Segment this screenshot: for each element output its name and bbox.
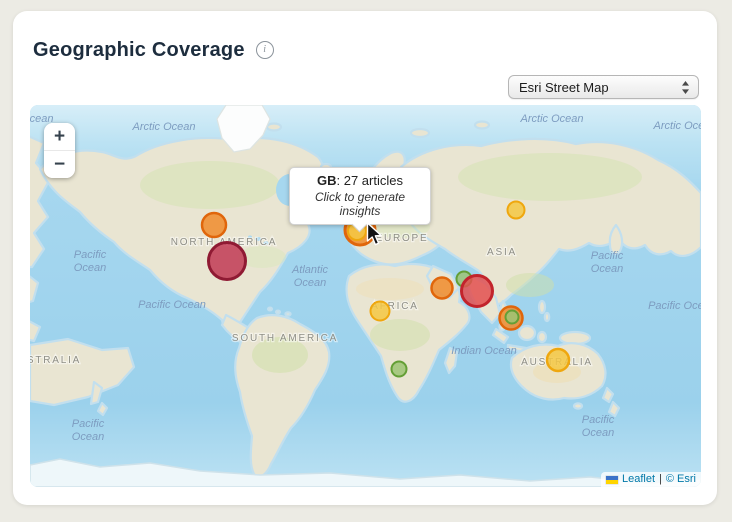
attribution-separator: | [659,473,662,485]
ocean-label: Pacific Ocean [138,299,206,311]
map-marker-crimson[interactable] [207,241,247,281]
tooltip-hint: Click to generate insights [314,190,406,218]
basemap-select[interactable]: Esri Street Map [508,75,699,99]
continent-label: EUROPE [375,233,428,244]
map-marker-orange[interactable] [200,211,228,239]
basemap-select-value: Esri Street Map [519,79,609,95]
ocean-label: Pacific Ocean [582,414,615,439]
mouse-cursor-icon [366,222,383,252]
ocean-label: Arctic Ocean [520,113,584,125]
info-icon[interactable]: i [255,41,274,59]
world-map[interactable]: Arctic OceanArctic OceanArctic OceanArct… [30,105,701,487]
ocean-label: Indian Ocean [451,345,516,357]
map-marker-red[interactable] [460,274,494,308]
ukraine-flag-icon [606,475,618,484]
tooltip-country: GB [317,173,337,188]
map-attribution: Leaflet | © Esri [601,472,701,487]
map-marker-yellow[interactable] [369,300,391,322]
world-map-svg: Arctic OceanArctic OceanArctic OceanArct… [30,105,701,487]
continent-label: SOUTH AMERICA [232,333,338,344]
ocean-label: Pacific Ocean [72,418,105,443]
map-marker-orange[interactable] [430,276,454,300]
zoom-control: + − [44,123,75,178]
ocean-label: Arctic Ocean [653,120,701,132]
leaflet-link[interactable]: Leaflet [622,472,655,487]
map-marker-green[interactable] [390,360,408,378]
ocean-label: Pacific Ocean [591,250,624,275]
zoom-in-button[interactable]: + [44,123,75,151]
marker-tooltip: GB: 27 articles Click to generate insigh… [289,167,431,233]
tooltip-title: GB: 27 articles [298,173,422,188]
continent-label: STRALIA [30,355,81,366]
ocean-label: Pacific Ocean [648,300,701,312]
page-title: Geographic Coverage [33,38,245,61]
map-marker-yellow[interactable] [545,347,571,373]
map-marker-green[interactable] [504,309,520,325]
continent-label: ASIA [487,247,517,258]
select-arrows-icon [681,80,690,95]
map-marker-yellow[interactable] [506,200,526,220]
card-header: Geographic Coverage i [33,35,697,65]
zoom-out-button[interactable]: − [44,151,75,178]
ocean-label: Atlantic Ocean [291,264,329,289]
ocean-label: Arctic Ocean [132,121,196,133]
geographic-coverage-card: Geographic Coverage i Esri Street Map ce… [13,11,717,505]
esri-link[interactable]: © Esri [666,472,696,487]
tooltip-detail: : 27 articles [336,173,403,188]
ocean-label: Pacific Ocean [74,249,107,274]
